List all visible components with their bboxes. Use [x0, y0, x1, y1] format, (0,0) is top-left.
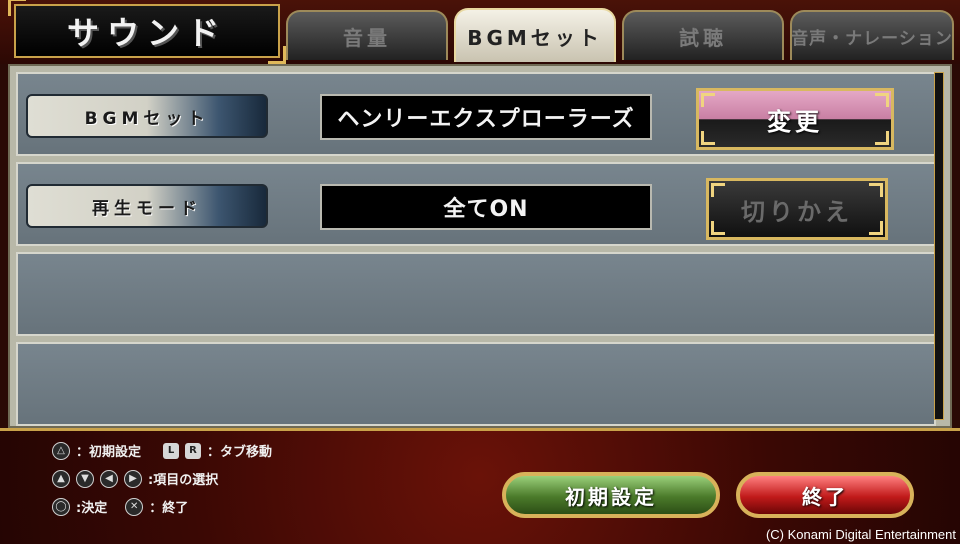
- help-confirm-exit: ◯ :決定 ✕ ：終了: [52, 497, 188, 516]
- tab-bar: 音量 BGMセット 試聴 音声・ナレーション: [286, 8, 960, 62]
- tab-label: 音声・ナレーション: [791, 28, 953, 49]
- setting-value: 全てON: [320, 184, 652, 230]
- screen-title-box: サウンド: [8, 0, 286, 64]
- help-text: ：終了: [149, 501, 189, 516]
- settings-row-empty: [16, 252, 936, 336]
- reset-defaults-label: 初期設定: [565, 484, 657, 509]
- dpad-up-icon: ▲: [52, 469, 70, 488]
- settings-row-play-mode: 再生モード 全てON 切りかえ: [16, 162, 936, 246]
- settings-row-bgm-set: BGMセット ヘンリーエクスプローラーズ 変更: [16, 72, 936, 156]
- triangle-icon: △: [52, 441, 70, 460]
- ornament-corner: [869, 221, 883, 235]
- ornament-corner: [268, 46, 286, 64]
- ornament-corner: [875, 131, 889, 145]
- dpad-down-icon: ▼: [76, 469, 94, 488]
- ornament-corner: [701, 131, 715, 145]
- toggle-button[interactable]: 切りかえ: [706, 178, 888, 240]
- ornament-corner: [875, 93, 889, 107]
- help-text: :項目の選択: [148, 473, 219, 488]
- ornament-corner: [869, 183, 883, 197]
- help-reset: △ ：初期設定 L R ：タブ移動: [52, 441, 272, 460]
- change-button-label: 変更: [767, 107, 823, 136]
- ornament-corner: [701, 93, 715, 107]
- copyright-text: (C) Konami Digital Entertainment: [765, 527, 956, 542]
- tab-label: 音量: [343, 25, 391, 50]
- l-button-icon: L: [163, 442, 180, 459]
- settings-panel: BGMセット ヘンリーエクスプローラーズ 変更 再生モード 全てON 切りかえ: [8, 64, 952, 428]
- scrollbar[interactable]: [934, 72, 944, 420]
- setting-value: ヘンリーエクスプローラーズ: [320, 94, 652, 140]
- help-text: ：タブ移動: [207, 445, 273, 460]
- ornament-corner: [8, 0, 26, 16]
- help-text: ：初期設定: [76, 445, 142, 460]
- tab-voice-narration[interactable]: 音声・ナレーション: [790, 10, 954, 60]
- tab-volume[interactable]: 音量: [286, 10, 448, 60]
- settings-row-empty: [16, 342, 936, 426]
- dpad-left-icon: ◀: [100, 469, 118, 488]
- help-select: ▲ ▼ ◀ ▶ :項目の選択: [52, 469, 218, 488]
- setting-label: BGMセット: [26, 94, 268, 138]
- help-text: :決定: [76, 501, 108, 516]
- dpad-right-icon: ▶: [124, 469, 142, 488]
- circle-icon: ◯: [52, 497, 70, 516]
- exit-label: 終了: [802, 484, 848, 509]
- toggle-button-label: 切りかえ: [741, 197, 853, 226]
- tab-label: 試聴: [679, 25, 727, 50]
- r-button-icon: R: [185, 442, 202, 459]
- cross-icon: ✕: [125, 497, 144, 516]
- reset-defaults-button[interactable]: 初期設定: [502, 472, 720, 518]
- exit-button[interactable]: 終了: [736, 472, 914, 518]
- ornament-corner: [711, 221, 725, 235]
- tab-bgm-set[interactable]: BGMセット: [454, 8, 616, 62]
- tab-preview[interactable]: 試聴: [622, 10, 784, 60]
- screen-title: サウンド: [66, 14, 227, 52]
- ornament-corner: [711, 183, 725, 197]
- setting-label: 再生モード: [26, 184, 268, 228]
- change-button[interactable]: 変更: [696, 88, 894, 150]
- top-bar: サウンド 音量 BGMセット 試聴 音声・ナレーション: [0, 0, 960, 64]
- tab-label: BGMセット: [467, 25, 603, 50]
